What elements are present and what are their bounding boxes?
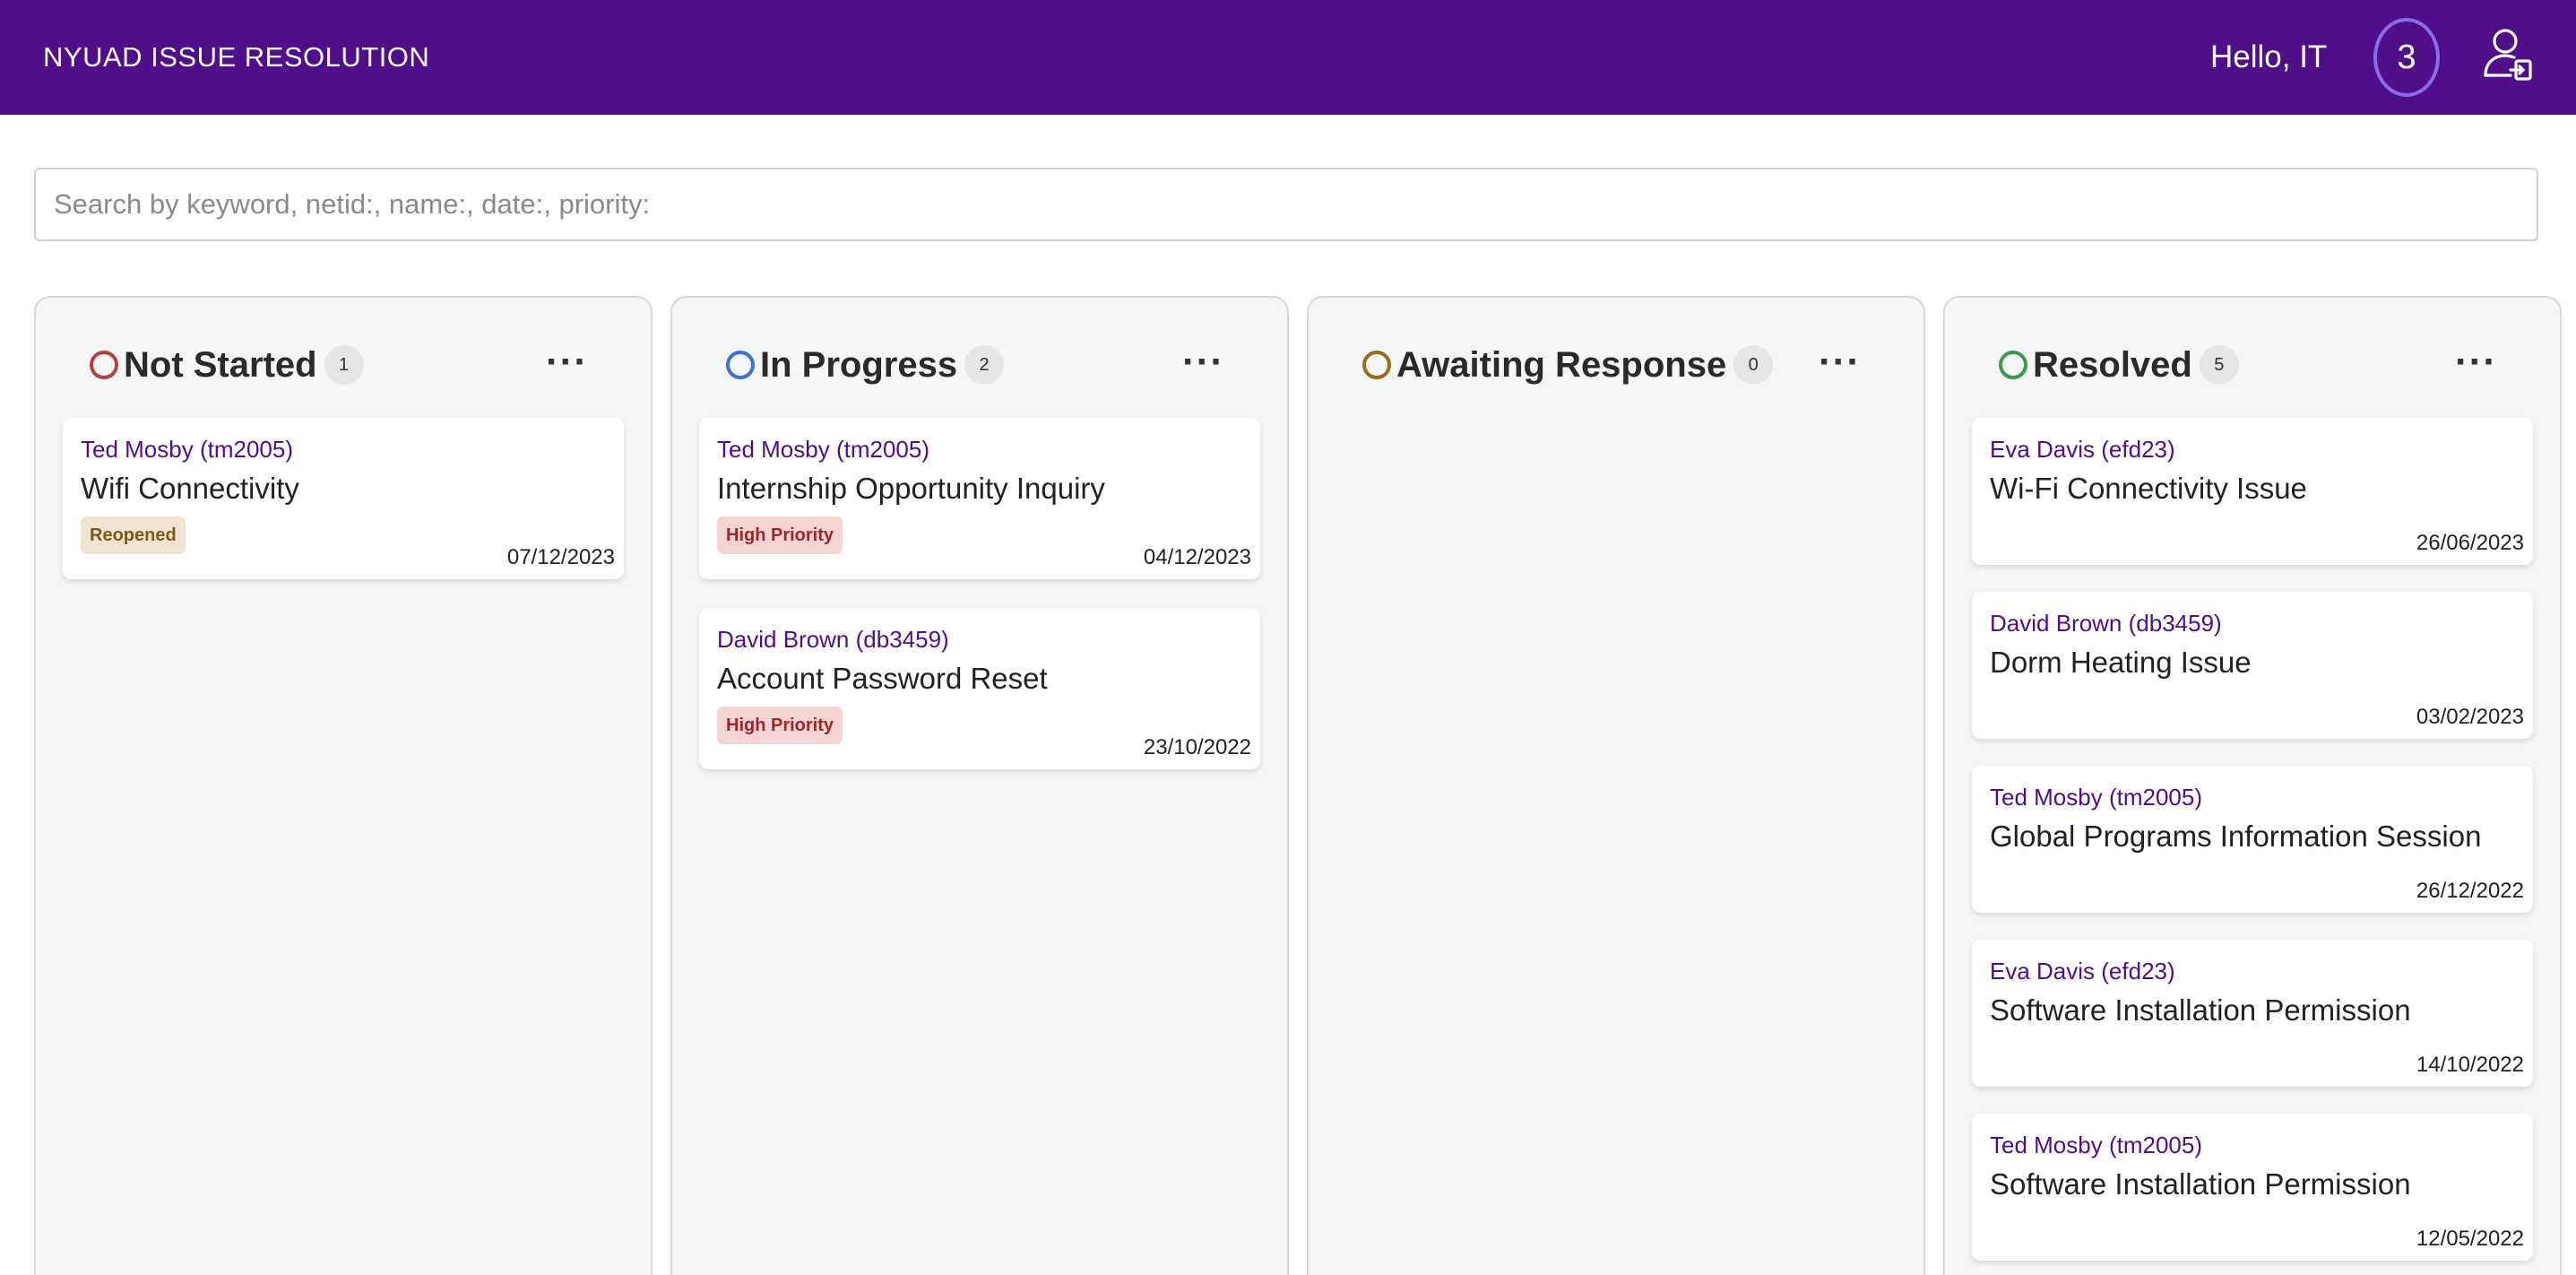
card-title: Wi-Fi Connectivity Issue xyxy=(1990,472,2307,505)
status-circle-icon xyxy=(1999,351,2027,379)
status-circle-icon xyxy=(90,351,118,379)
column-title: Resolved xyxy=(2033,344,2192,385)
column-not-started: Not Started 1 ··· Ted Mosby (tm2005) Wif… xyxy=(34,296,653,1275)
priority-tag: High Priority xyxy=(717,707,843,744)
top-bar: NYUAD ISSUE RESOLUTION Hello, IT 3 xyxy=(0,0,2576,115)
issue-card[interactable]: Ted Mosby (tm2005) Internship Opportunit… xyxy=(699,418,1260,579)
more-horizontal-icon[interactable]: ··· xyxy=(1819,343,1861,382)
issue-card[interactable]: Ted Mosby (tm2005) Software Installation… xyxy=(1972,1114,2533,1261)
card-author[interactable]: Ted Mosby (tm2005) xyxy=(1990,784,2202,811)
column-awaiting-response: Awaiting Response 0 ··· xyxy=(1307,296,1925,1275)
user-logout-button[interactable] xyxy=(2481,25,2535,82)
column-in-progress: In Progress 2 ··· Ted Mosby (tm2005) Int… xyxy=(670,296,1289,1275)
app-title: NYUAD ISSUE RESOLUTION xyxy=(43,41,430,73)
card-author[interactable]: Ted Mosby (tm2005) xyxy=(81,436,293,464)
search-input[interactable] xyxy=(36,169,2537,239)
card-author[interactable]: David Brown (db3459) xyxy=(1990,610,2222,638)
column-header: Resolved 5 xyxy=(1999,343,2239,387)
issue-card[interactable]: Ted Mosby (tm2005) Global Programs Infor… xyxy=(1972,766,2533,913)
column-resolved: Resolved 5 ··· Eva Davis (efd23) Wi-Fi C… xyxy=(1943,296,2562,1275)
issue-card[interactable]: Eva Davis (efd23) Software Installation … xyxy=(1972,940,2533,1087)
column-header: Not Started 1 xyxy=(90,343,364,387)
card-title: Account Password Reset xyxy=(717,662,1048,695)
card-author[interactable]: Eva Davis (efd23) xyxy=(1990,436,2175,464)
card-title: Dorm Heating Issue xyxy=(1990,646,2252,679)
card-title: Wifi Connectivity xyxy=(81,472,299,505)
column-title: Awaiting Response xyxy=(1396,344,1727,385)
card-title: Software Installation Permission xyxy=(1990,993,2411,1027)
card-author[interactable]: Ted Mosby (tm2005) xyxy=(717,436,929,464)
notification-badge[interactable]: 3 xyxy=(2373,18,2440,97)
count-badge: 1 xyxy=(324,345,364,385)
card-date: 26/12/2022 xyxy=(2416,879,2524,903)
greeting-text: Hello, IT xyxy=(2210,39,2328,74)
issue-card[interactable]: David Brown (db3459) Account Password Re… xyxy=(699,608,1260,769)
count-badge: 2 xyxy=(964,345,1005,385)
issue-card[interactable]: Eva Davis (efd23) Wi-Fi Connectivity Iss… xyxy=(1972,418,2533,565)
column-header: Awaiting Response 0 xyxy=(1362,343,1774,387)
status-circle-icon xyxy=(1362,351,1391,379)
issue-card[interactable]: David Brown (db3459) Dorm Heating Issue … xyxy=(1972,592,2533,739)
card-date: 12/05/2022 xyxy=(2416,1227,2524,1251)
issue-card[interactable]: Ted Mosby (tm2005) Wifi Connectivity Reo… xyxy=(63,418,624,579)
count-badge: 5 xyxy=(2199,345,2239,385)
card-date: 23/10/2022 xyxy=(1143,735,1251,759)
reopened-tag: Reopened xyxy=(81,516,186,554)
card-author[interactable]: Ted Mosby (tm2005) xyxy=(1990,1132,2202,1159)
card-date: 03/02/2023 xyxy=(2416,705,2524,729)
card-date: 14/10/2022 xyxy=(2416,1053,2524,1077)
column-header: In Progress 2 xyxy=(726,343,1005,387)
user-logout-icon xyxy=(2484,29,2532,81)
priority-tag: High Priority xyxy=(717,516,843,554)
card-author[interactable]: Eva Davis (efd23) xyxy=(1990,958,2175,985)
more-horizontal-icon[interactable]: ··· xyxy=(1182,343,1224,382)
status-circle-icon xyxy=(726,351,755,379)
card-date: 04/12/2023 xyxy=(1143,545,1251,569)
column-title: Not Started xyxy=(124,344,317,385)
card-author[interactable]: David Brown (db3459) xyxy=(717,626,949,654)
card-title: Software Installation Permission xyxy=(1990,1167,2411,1201)
card-title: Global Programs Information Session xyxy=(1990,820,2482,853)
search-box xyxy=(34,168,2538,241)
card-date: 07/12/2023 xyxy=(506,545,615,569)
count-badge: 0 xyxy=(1733,345,1774,385)
column-title: In Progress xyxy=(760,344,958,385)
card-date: 26/06/2023 xyxy=(2416,531,2524,555)
more-horizontal-icon[interactable]: ··· xyxy=(546,343,588,382)
more-horizontal-icon[interactable]: ··· xyxy=(2455,343,2497,382)
card-title: Internship Opportunity Inquiry xyxy=(717,472,1105,505)
